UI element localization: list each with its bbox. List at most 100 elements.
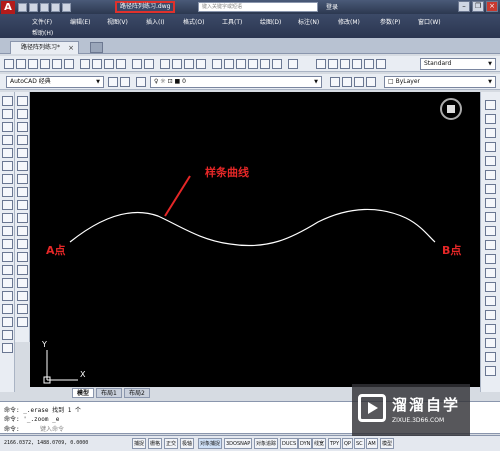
menu-window[interactable]: 窗口(W) [418, 17, 441, 26]
menu-draw[interactable]: 绘图(D) [260, 17, 281, 26]
region-icon[interactable] [2, 304, 13, 314]
dim-space-icon[interactable] [485, 254, 496, 264]
chamfer-icon[interactable] [17, 265, 28, 275]
new-tab-button[interactable] [90, 42, 103, 53]
quickcalc-icon[interactable] [272, 59, 282, 69]
layer-combo[interactable]: ♀ ☼ ⊡ ■ 0 ▼ [150, 76, 322, 88]
erase-icon[interactable] [17, 96, 28, 106]
dim-break-icon[interactable] [485, 268, 496, 278]
ordinate-dim-icon[interactable] [485, 142, 496, 152]
array-icon[interactable] [17, 148, 28, 158]
menu-modify[interactable]: 修改(M) [338, 17, 360, 26]
save-as-icon[interactable] [51, 2, 60, 12]
toggle-sc[interactable]: SC [354, 438, 365, 449]
ellipse-arc-icon[interactable] [2, 226, 13, 236]
join-icon[interactable] [17, 252, 28, 262]
mirror-icon[interactable] [17, 122, 28, 132]
trim-icon[interactable] [17, 213, 28, 223]
hatch-icon[interactable] [2, 278, 13, 288]
dim-edit-icon[interactable] [485, 338, 496, 348]
sheet-set-icon[interactable] [248, 59, 258, 69]
plot-icon[interactable] [40, 59, 50, 69]
scale-icon[interactable] [17, 187, 28, 197]
multileader-style-icon[interactable] [352, 59, 362, 69]
toggle-tpy[interactable]: TPY [328, 438, 342, 449]
table-icon[interactable] [2, 317, 13, 327]
new-icon[interactable] [4, 59, 14, 69]
publish-icon[interactable] [64, 59, 74, 69]
layer-states-icon[interactable] [136, 77, 146, 87]
jogged-dim-icon[interactable] [485, 170, 496, 180]
redo-icon[interactable] [144, 59, 154, 69]
text-style-icon[interactable] [316, 59, 326, 69]
move-icon[interactable] [17, 161, 28, 171]
navigation-wheel-icon[interactable] [440, 98, 462, 120]
spline-icon[interactable] [2, 200, 13, 210]
menu-format[interactable]: 格式(O) [183, 17, 204, 26]
login-link[interactable]: 登录 [326, 2, 338, 11]
copy-icon[interactable] [92, 59, 102, 69]
menu-dimension[interactable]: 标注(N) [298, 17, 319, 26]
close-button[interactable]: × [486, 1, 498, 12]
close-tab-icon[interactable]: × [68, 42, 74, 54]
layer-manager-icon[interactable] [120, 77, 130, 87]
arc-length-icon[interactable] [485, 128, 496, 138]
zoom-previous-icon[interactable] [196, 59, 206, 69]
jogged-linear-icon[interactable] [485, 324, 496, 334]
paste-icon[interactable] [104, 59, 114, 69]
minimize-button[interactable]: – [458, 1, 470, 12]
ellipse-icon[interactable] [2, 213, 13, 223]
toggle-qp[interactable]: QP [342, 438, 353, 449]
gradient-icon[interactable] [2, 291, 13, 301]
dim-update-icon[interactable] [485, 366, 496, 376]
aligned-dim-icon[interactable] [485, 114, 496, 124]
undo-icon[interactable] [132, 59, 142, 69]
rotate-icon[interactable] [17, 174, 28, 184]
app-logo[interactable]: A [1, 0, 15, 14]
quick-dim-icon[interactable] [485, 212, 496, 222]
layer-isolate-icon[interactable] [354, 77, 364, 87]
text-style-combo[interactable]: Standard ▼ [420, 58, 496, 70]
zoom-realtime-icon[interactable] [172, 59, 182, 69]
annotation-scale-icon[interactable] [364, 59, 374, 69]
zoom-window-icon[interactable] [184, 59, 194, 69]
baseline-dim-icon[interactable] [485, 226, 496, 236]
line-icon[interactable] [2, 96, 13, 106]
menu-parameter[interactable]: 参数(P) [380, 17, 400, 26]
fillet-icon[interactable] [17, 278, 28, 288]
model-space-button[interactable]: 模型 [380, 438, 395, 449]
toggle-snap[interactable]: 捕捉 [132, 438, 147, 449]
toggle-grid[interactable]: 栅格 [148, 438, 163, 449]
annotation-icon[interactable] [376, 59, 386, 69]
toggle-dyn[interactable]: DYN [298, 438, 313, 449]
polygon-icon[interactable] [2, 135, 13, 145]
dim-text-edit-icon[interactable] [485, 352, 496, 362]
cut-icon[interactable] [80, 59, 90, 69]
copy-object-icon[interactable] [17, 109, 28, 119]
tab-layout2[interactable]: 布局2 [124, 388, 150, 398]
insert-block-icon[interactable] [2, 239, 13, 249]
diameter-dim-icon[interactable] [485, 184, 496, 194]
open-icon[interactable] [16, 59, 26, 69]
new-file-icon[interactable] [18, 2, 27, 12]
drawing-canvas[interactable]: 样条曲线 A点 B点 Y X [30, 92, 480, 387]
circle-icon[interactable] [2, 174, 13, 184]
continue-dim-icon[interactable] [485, 240, 496, 250]
revision-cloud-icon[interactable] [2, 187, 13, 197]
tab-layout1[interactable]: 布局1 [96, 388, 122, 398]
menu-view[interactable]: 视图(V) [107, 17, 128, 26]
tab-model[interactable]: 模型 [72, 388, 95, 398]
tool-palettes-icon[interactable] [236, 59, 246, 69]
save-icon[interactable] [40, 2, 49, 12]
dim-style-icon[interactable] [328, 59, 338, 69]
polyline-icon[interactable] [2, 122, 13, 132]
radius-dim-icon[interactable] [485, 156, 496, 166]
make-current-icon[interactable] [330, 77, 340, 87]
extend-icon[interactable] [17, 226, 28, 236]
point-icon[interactable] [2, 265, 13, 275]
menu-file[interactable]: 文件(F) [32, 17, 52, 26]
document-tab[interactable]: 路径阵列练习* × [10, 41, 80, 54]
menu-insert[interactable]: 插入(I) [146, 17, 164, 26]
help-icon[interactable] [288, 59, 298, 69]
offset-icon[interactable] [17, 135, 28, 145]
